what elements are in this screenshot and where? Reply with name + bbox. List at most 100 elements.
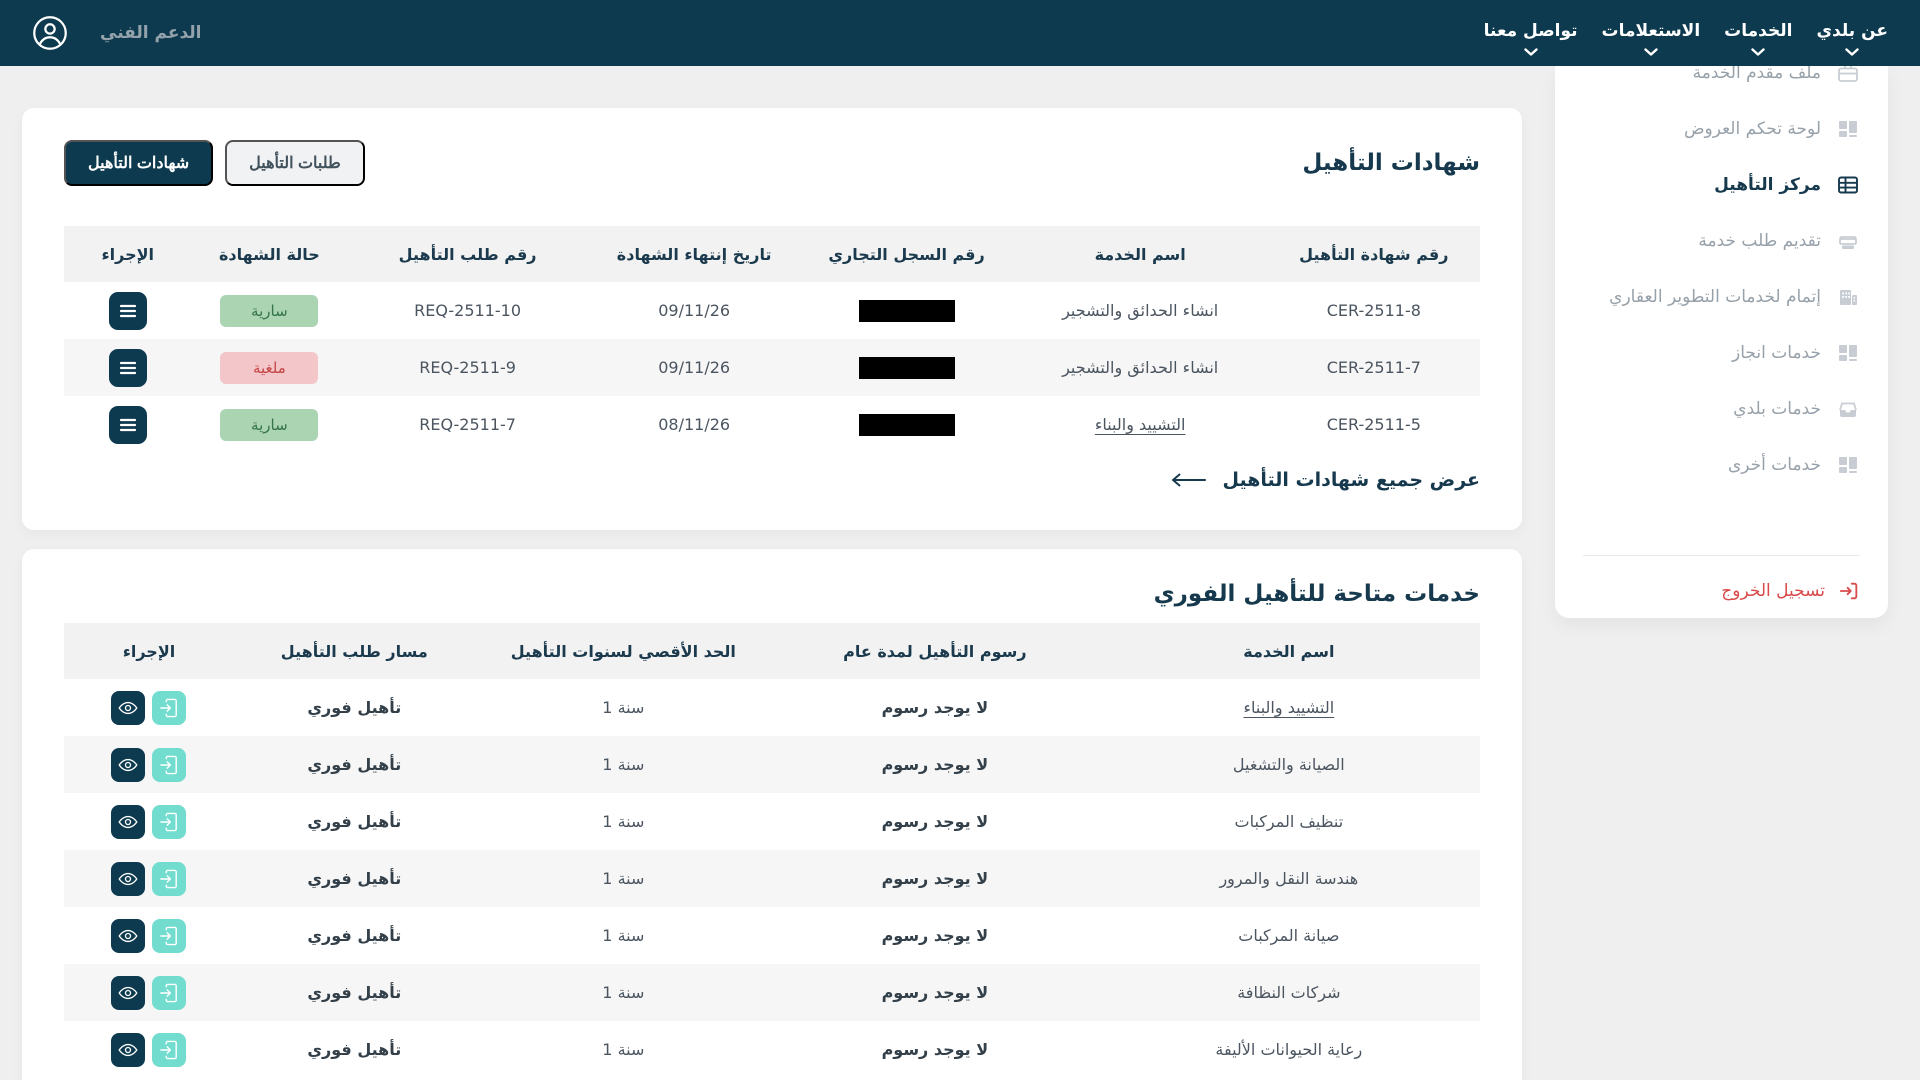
view-details-button[interactable] [111, 919, 145, 953]
max-years: 1 سنة [475, 850, 772, 907]
view-details-button[interactable] [111, 691, 145, 725]
max-years: 1 سنة [475, 793, 772, 850]
stack-icon [1836, 229, 1860, 253]
view-details-button[interactable] [111, 976, 145, 1010]
col-expiry-date: تاريخ إنتهاء الشهادة [588, 226, 800, 282]
eye-icon [118, 815, 138, 829]
sidebar-item-label: إتمام لخدمات التطوير العقاري [1609, 287, 1821, 307]
annual-fees: لا يوجد رسوم [772, 679, 1098, 736]
action-cell [64, 396, 191, 453]
eye-icon [118, 701, 138, 715]
sidebar-item-label: خدمات بلدي [1733, 399, 1821, 419]
eye-icon [118, 872, 138, 886]
apply-qualification-button[interactable] [152, 976, 186, 1010]
col-service-name: اسم الخدمة [1013, 226, 1268, 282]
sidebar-item-label: ملف مقدم الخدمة [1693, 66, 1821, 83]
apply-qualification-button[interactable] [152, 919, 186, 953]
sidebar-divider [1583, 555, 1860, 556]
row-menu-button[interactable] [109, 406, 147, 444]
row-menu-button[interactable] [109, 349, 147, 387]
apply-qualification-button[interactable] [152, 862, 186, 896]
sidebar-item-other-services[interactable]: خدمات أخرى [1583, 437, 1860, 493]
nav-item-contact-us[interactable]: تواصل معنا [1484, 21, 1578, 57]
technical-support-link[interactable]: الدعم الفني [100, 23, 201, 43]
action-cell [64, 1021, 234, 1078]
sidebar-item-qualification-center[interactable]: مركز التأهيل [1583, 157, 1860, 213]
view-all-certificates-link[interactable]: عرض جميع شهادات التأهيل [1170, 469, 1480, 491]
annual-fees: لا يوجد رسوم [772, 907, 1098, 964]
request-path: تأهيل فوري [234, 850, 475, 907]
dashboard-icon [1836, 341, 1860, 365]
tab-certificates[interactable]: شهادات التأهيل [64, 140, 213, 186]
annual-fees: لا يوجد رسوم [772, 736, 1098, 793]
sidebar-item-offers-dashboard[interactable]: لوحة تحكم العروض [1583, 101, 1860, 157]
row-menu-button[interactable] [109, 292, 147, 330]
service-row: التشييد والبناء لا يوجد رسوم 1 سنة تأهيل… [64, 679, 1480, 736]
apply-qualification-button[interactable] [152, 691, 186, 725]
drawer-icon [1836, 397, 1860, 421]
hamburger-icon [119, 418, 137, 432]
dashboard-icon [1836, 453, 1860, 477]
col-max-years: الحد الأقصي لسنوات التأهيل [475, 623, 772, 679]
status-badge: ملغية [220, 352, 318, 384]
nav-item-inquiries[interactable]: الاستعلامات [1602, 21, 1701, 57]
request-path: تأهيل فوري [234, 907, 475, 964]
redacted-box [859, 357, 955, 379]
max-years: 1 سنة [475, 964, 772, 1021]
building-icon [1836, 285, 1860, 309]
service-name: انشاء الحدائق والتشجير [1013, 339, 1268, 396]
col-certificate-no: رقم شهادة التأهيل [1268, 226, 1480, 282]
sidebar-item-injaz-services[interactable]: خدمات انجاز [1583, 325, 1860, 381]
expiry-date: 09/11/26 [588, 339, 800, 396]
view-details-button[interactable] [111, 1033, 145, 1067]
user-account-icon[interactable] [32, 15, 68, 51]
apply-qualification-button[interactable] [152, 748, 186, 782]
service-row: الصيانة والتشغيل لا يوجد رسوم 1 سنة تأهي… [64, 736, 1480, 793]
file-submit-icon [160, 698, 178, 718]
nav-item-services[interactable]: الخدمات [1724, 21, 1792, 57]
request-path: تأهيل فوري [234, 964, 475, 1021]
status-cell: سارية [191, 396, 347, 453]
sidebar-item-balady-services[interactable]: خدمات بلدي [1583, 381, 1860, 437]
action-cell [64, 736, 234, 793]
view-details-button[interactable] [111, 805, 145, 839]
tab-requests[interactable]: طلبات التأهيل [225, 140, 365, 186]
service-row: تنظيف المركبات لا يوجد رسوم 1 سنة تأهيل … [64, 793, 1480, 850]
service-name: التشييد والبناء [1098, 679, 1480, 736]
nav-item-label: الاستعلامات [1602, 21, 1701, 41]
chevron-down-icon [1524, 48, 1538, 57]
chevron-down-icon [1845, 48, 1859, 57]
action-cell [64, 679, 234, 736]
action-cell [64, 964, 234, 1021]
sidebar-item-label: تقديم طلب خدمة [1698, 231, 1821, 251]
status-badge: سارية [220, 295, 318, 327]
sidebar-item-provider-profile[interactable]: ملف مقدم الخدمة [1583, 66, 1860, 101]
view-all-label: عرض جميع شهادات التأهيل [1222, 469, 1480, 491]
file-submit-icon [160, 926, 178, 946]
view-details-button[interactable] [111, 748, 145, 782]
logout-button[interactable]: تسجيل الخروج [1583, 580, 1860, 602]
col-action: الإجراء [64, 226, 191, 282]
view-details-button[interactable] [111, 862, 145, 896]
request-path: تأهيل فوري [234, 793, 475, 850]
commercial-registry-redacted [800, 339, 1012, 396]
request-no: REQ-2511-9 [347, 339, 588, 396]
instant-services-title: خدمات متاحة للتأهيل الفوري [1154, 581, 1480, 607]
annual-fees: لا يوجد رسوم [772, 1021, 1098, 1078]
sidebar-item-submit-service-request[interactable]: تقديم طلب خدمة [1583, 213, 1860, 269]
max-years: 1 سنة [475, 907, 772, 964]
certificate-row: CER-2511-7 انشاء الحدائق والتشجير 09/11/… [64, 339, 1480, 396]
apply-qualification-button[interactable] [152, 805, 186, 839]
apply-qualification-button[interactable] [152, 1033, 186, 1067]
service-name: رعاية الحيوانات الأليفة [1098, 1021, 1480, 1078]
eye-icon [118, 986, 138, 1000]
action-cell [64, 282, 191, 339]
nav-item-about-balady[interactable]: عن بلدي [1816, 21, 1888, 57]
service-name: انشاء الحدائق والتشجير [1013, 282, 1268, 339]
commercial-registry-redacted [800, 396, 1012, 453]
chevron-down-icon [1644, 48, 1658, 57]
sidebar-item-real-estate-development[interactable]: إتمام لخدمات التطوير العقاري [1583, 269, 1860, 325]
arrow-left-icon [1170, 473, 1206, 487]
certificates-tabs: شهادات التأهيل طلبات التأهيل [64, 140, 365, 186]
instant-services-table: اسم الخدمة رسوم التأهيل لمدة عام الحد ال… [64, 623, 1480, 1078]
